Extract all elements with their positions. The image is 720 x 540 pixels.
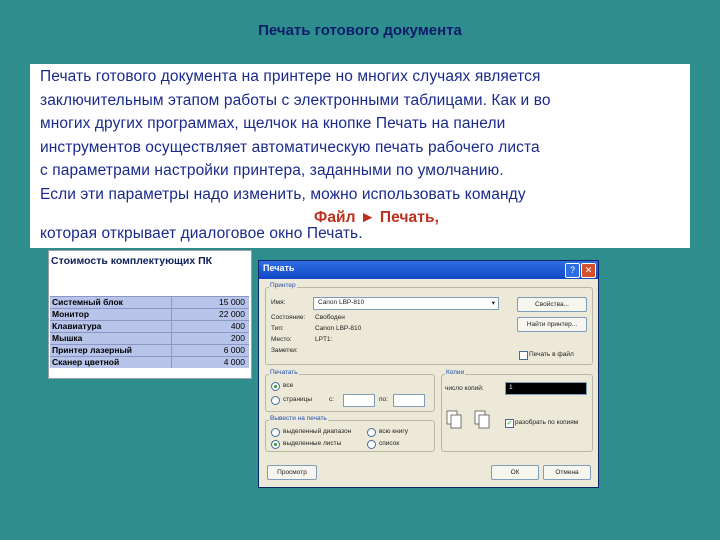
item-value: 200 xyxy=(230,333,245,343)
printer-name-value: Canon LBP-810 xyxy=(318,299,365,306)
item-value: 15 000 xyxy=(219,297,245,307)
selected-sheets-radio[interactable] xyxy=(271,440,280,449)
table-row: Клавиатура 400 xyxy=(50,320,249,332)
copies-input[interactable]: 1 xyxy=(505,382,587,395)
whole-book-label: всю книгу xyxy=(379,428,408,435)
output-group xyxy=(265,420,435,452)
name-label: Имя: xyxy=(271,299,286,306)
copies-label: число копий: xyxy=(445,385,484,392)
copies-value: 1 xyxy=(509,384,513,391)
note-label: Заметки: xyxy=(271,347,298,354)
status-value: Свободен xyxy=(315,314,345,321)
table-row: Сканер цветной 4 000 xyxy=(50,356,249,368)
item-value: 4 000 xyxy=(223,357,245,367)
printer-group-label: Принтер xyxy=(269,282,297,289)
range-group-label: Печатать xyxy=(269,369,299,376)
table-row: Монитор 22 000 xyxy=(50,308,249,320)
type-value: Canon LBP-810 xyxy=(315,325,362,332)
text-line: с параметрами настройки принтера, заданн… xyxy=(40,162,504,179)
whole-book-radio[interactable] xyxy=(367,428,376,437)
table-row: Мышка 200 xyxy=(50,332,249,344)
place-value: LPT1: xyxy=(315,336,333,343)
print-to-file-label: Печать в файл xyxy=(529,351,574,358)
collate-label: разобрать по копиям xyxy=(515,419,579,426)
item-name: Клавиатура xyxy=(52,321,102,331)
item-value: 22 000 xyxy=(219,309,245,319)
type-label: Тип: xyxy=(271,325,284,332)
help-button[interactable]: ? xyxy=(565,263,580,278)
table-row: Системный блок 15 000 xyxy=(50,296,249,308)
find-printer-button[interactable]: Найти принтер... xyxy=(517,317,587,332)
item-name: Системный блок xyxy=(52,297,123,307)
list-radio[interactable] xyxy=(367,440,376,449)
print-to-file-checkbox[interactable] xyxy=(519,351,528,360)
text-line: заключительным этапом работы с электронн… xyxy=(40,92,551,109)
from-label: с: xyxy=(329,396,335,403)
all-pages-label: все xyxy=(283,382,294,389)
item-name: Мышка xyxy=(52,333,83,343)
page-range-radio[interactable] xyxy=(271,396,280,405)
text-line: Печать готового документа на принтере но… xyxy=(40,68,541,85)
dialog-titlebar: Печать ? ✕ xyxy=(259,261,598,279)
all-pages-radio[interactable] xyxy=(271,382,280,391)
selection-label: выделенный диапазон xyxy=(283,428,352,435)
text-line: многих других программах, щелчок на кноп… xyxy=(40,115,506,132)
item-name: Принтер лазерный xyxy=(52,345,132,355)
text-line: инструментов осуществляет автоматическую… xyxy=(40,139,540,156)
properties-button[interactable]: Свойства... xyxy=(517,297,587,312)
item-value: 400 xyxy=(230,321,245,331)
place-label: Место: xyxy=(271,336,292,343)
text-panel: Печать готового документа на принтере но… xyxy=(30,64,690,248)
item-name: Монитор xyxy=(52,309,90,319)
spreadsheet-fragment: Стоимость комплектующих ПК Системный бло… xyxy=(48,250,252,379)
copies-group-label: Копии xyxy=(445,369,466,376)
page-to-input[interactable] xyxy=(393,394,425,407)
ok-button[interactable]: ОК xyxy=(491,465,539,480)
output-group-label: Вывести на печать xyxy=(269,415,328,422)
chevron-down-icon: ▾ xyxy=(491,300,495,307)
cancel-button[interactable]: Отмена xyxy=(543,465,591,480)
selection-radio[interactable] xyxy=(271,428,280,437)
print-dialog: Печать ? ✕ Принтер Имя: Canon LBP-810 ▾ … xyxy=(258,260,599,488)
preview-button[interactable]: Просмотр xyxy=(267,465,317,480)
collate-icon xyxy=(446,410,490,429)
dialog-title: Печать xyxy=(263,263,295,273)
item-value: 6 000 xyxy=(223,345,245,355)
close-button[interactable]: ✕ xyxy=(581,263,596,278)
to-label: по: xyxy=(379,396,388,403)
text-line: которая открывает диалоговое окно Печать… xyxy=(40,225,363,242)
item-name: Сканер цветной xyxy=(52,357,120,367)
page-range-label: страницы xyxy=(283,396,313,403)
list-label: список xyxy=(379,440,400,447)
collate-checkbox[interactable]: ✓ xyxy=(505,419,514,428)
status-label: Состояние: xyxy=(271,314,306,321)
page-from-input[interactable] xyxy=(343,394,375,407)
selected-sheets-label: выделенные листы xyxy=(283,440,342,447)
printer-name-select[interactable]: Canon LBP-810 ▾ xyxy=(313,297,499,310)
slide-title: Печать готового документа xyxy=(258,22,462,39)
sheet-title: Стоимость комплектующих ПК xyxy=(51,255,213,267)
text-line: Если эти параметры надо изменить, можно … xyxy=(40,186,526,203)
table-row: Принтер лазерный 6 000 xyxy=(50,344,249,356)
